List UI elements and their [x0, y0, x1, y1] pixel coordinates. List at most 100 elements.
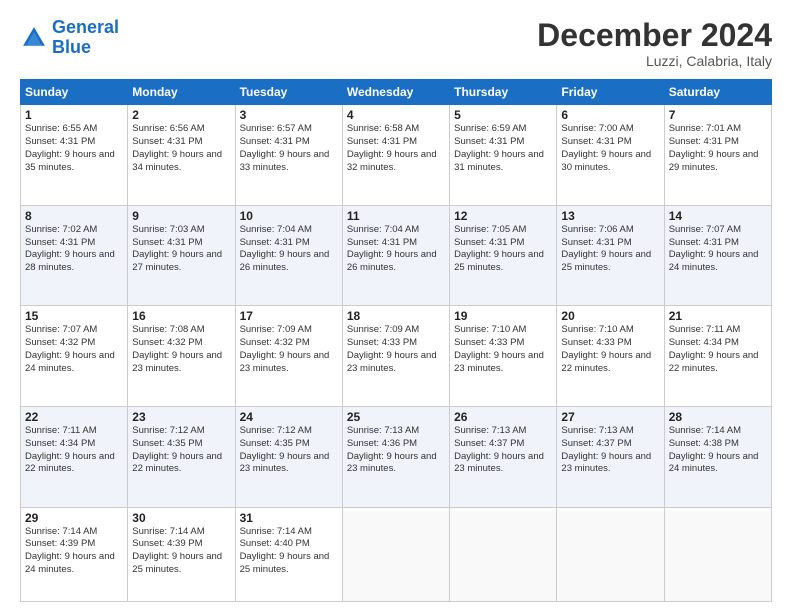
day-number: 26 — [454, 410, 552, 424]
month-title: December 2024 — [537, 18, 772, 53]
col-sunday: Sunday — [21, 80, 128, 105]
table-cell: 22Sunrise: 7:11 AMSunset: 4:34 PMDayligh… — [21, 406, 128, 507]
day-number: 16 — [132, 309, 230, 323]
table-cell: 13Sunrise: 7:06 AMSunset: 4:31 PMDayligh… — [557, 205, 664, 306]
day-number: 22 — [25, 410, 123, 424]
table-cell: 23Sunrise: 7:12 AMSunset: 4:35 PMDayligh… — [128, 406, 235, 507]
day-number: 4 — [347, 108, 445, 122]
table-cell: 28Sunrise: 7:14 AMSunset: 4:38 PMDayligh… — [664, 406, 771, 507]
day-number: 2 — [132, 108, 230, 122]
table-cell: 17Sunrise: 7:09 AMSunset: 4:32 PMDayligh… — [235, 306, 342, 407]
day-number: 25 — [347, 410, 445, 424]
table-cell — [450, 507, 557, 602]
col-friday: Friday — [557, 80, 664, 105]
table-cell — [342, 507, 449, 602]
table-cell — [557, 507, 664, 602]
day-number: 6 — [561, 108, 659, 122]
table-cell — [664, 507, 771, 602]
day-info: Sunrise: 6:59 AMSunset: 4:31 PMDaylight:… — [454, 123, 552, 174]
day-number: 24 — [240, 410, 338, 424]
table-cell: 19Sunrise: 7:10 AMSunset: 4:33 PMDayligh… — [450, 306, 557, 407]
table-cell: 18Sunrise: 7:09 AMSunset: 4:33 PMDayligh… — [342, 306, 449, 407]
table-cell: 20Sunrise: 7:10 AMSunset: 4:33 PMDayligh… — [557, 306, 664, 407]
table-cell: 11Sunrise: 7:04 AMSunset: 4:31 PMDayligh… — [342, 205, 449, 306]
day-number: 17 — [240, 309, 338, 323]
col-tuesday: Tuesday — [235, 80, 342, 105]
day-info: Sunrise: 7:09 AMSunset: 4:33 PMDaylight:… — [347, 324, 445, 375]
day-info: Sunrise: 6:57 AMSunset: 4:31 PMDaylight:… — [240, 123, 338, 174]
calendar: Sunday Monday Tuesday Wednesday Thursday… — [20, 79, 772, 602]
day-info: Sunrise: 7:14 AMSunset: 4:39 PMDaylight:… — [132, 526, 230, 577]
day-number: 13 — [561, 209, 659, 223]
day-number: 28 — [669, 410, 767, 424]
day-number: 11 — [347, 209, 445, 223]
day-info: Sunrise: 7:04 AMSunset: 4:31 PMDaylight:… — [347, 224, 445, 275]
day-info: Sunrise: 7:08 AMSunset: 4:32 PMDaylight:… — [132, 324, 230, 375]
day-info: Sunrise: 7:10 AMSunset: 4:33 PMDaylight:… — [454, 324, 552, 375]
day-number: 15 — [25, 309, 123, 323]
day-number: 1 — [25, 108, 123, 122]
day-info: Sunrise: 7:07 AMSunset: 4:31 PMDaylight:… — [669, 224, 767, 275]
day-number: 7 — [669, 108, 767, 122]
day-number: 19 — [454, 309, 552, 323]
logo: General Blue — [20, 18, 119, 58]
day-number: 21 — [669, 309, 767, 323]
day-number: 14 — [669, 209, 767, 223]
col-monday: Monday — [128, 80, 235, 105]
table-cell: 27Sunrise: 7:13 AMSunset: 4:37 PMDayligh… — [557, 406, 664, 507]
header: General Blue December 2024 Luzzi, Calabr… — [20, 18, 772, 69]
col-thursday: Thursday — [450, 80, 557, 105]
table-cell: 15Sunrise: 7:07 AMSunset: 4:32 PMDayligh… — [21, 306, 128, 407]
day-info: Sunrise: 7:05 AMSunset: 4:31 PMDaylight:… — [454, 224, 552, 275]
day-number: 20 — [561, 309, 659, 323]
table-cell: 4Sunrise: 6:58 AMSunset: 4:31 PMDaylight… — [342, 105, 449, 206]
table-cell: 30Sunrise: 7:14 AMSunset: 4:39 PMDayligh… — [128, 507, 235, 602]
logo-text: General Blue — [52, 18, 119, 58]
day-info: Sunrise: 7:13 AMSunset: 4:36 PMDaylight:… — [347, 425, 445, 476]
table-cell: 25Sunrise: 7:13 AMSunset: 4:36 PMDayligh… — [342, 406, 449, 507]
day-number: 27 — [561, 410, 659, 424]
day-info: Sunrise: 7:14 AMSunset: 4:40 PMDaylight:… — [240, 526, 338, 577]
table-cell: 24Sunrise: 7:12 AMSunset: 4:35 PMDayligh… — [235, 406, 342, 507]
day-info: Sunrise: 7:12 AMSunset: 4:35 PMDaylight:… — [132, 425, 230, 476]
table-cell: 31Sunrise: 7:14 AMSunset: 4:40 PMDayligh… — [235, 507, 342, 602]
page: General Blue December 2024 Luzzi, Calabr… — [0, 0, 792, 612]
day-number: 29 — [25, 511, 123, 525]
day-info: Sunrise: 7:04 AMSunset: 4:31 PMDaylight:… — [240, 224, 338, 275]
table-cell: 5Sunrise: 6:59 AMSunset: 4:31 PMDaylight… — [450, 105, 557, 206]
table-cell: 14Sunrise: 7:07 AMSunset: 4:31 PMDayligh… — [664, 205, 771, 306]
logo-icon — [20, 24, 48, 52]
col-saturday: Saturday — [664, 80, 771, 105]
logo-line1: General — [52, 17, 119, 37]
day-number: 12 — [454, 209, 552, 223]
day-info: Sunrise: 7:12 AMSunset: 4:35 PMDaylight:… — [240, 425, 338, 476]
logo-line2: Blue — [52, 37, 91, 57]
table-cell: 26Sunrise: 7:13 AMSunset: 4:37 PMDayligh… — [450, 406, 557, 507]
day-number: 8 — [25, 209, 123, 223]
title-block: December 2024 Luzzi, Calabria, Italy — [537, 18, 772, 69]
table-cell: 16Sunrise: 7:08 AMSunset: 4:32 PMDayligh… — [128, 306, 235, 407]
day-info: Sunrise: 7:06 AMSunset: 4:31 PMDaylight:… — [561, 224, 659, 275]
table-cell: 1Sunrise: 6:55 AMSunset: 4:31 PMDaylight… — [21, 105, 128, 206]
table-cell: 12Sunrise: 7:05 AMSunset: 4:31 PMDayligh… — [450, 205, 557, 306]
col-wednesday: Wednesday — [342, 80, 449, 105]
table-cell: 9Sunrise: 7:03 AMSunset: 4:31 PMDaylight… — [128, 205, 235, 306]
day-info: Sunrise: 7:02 AMSunset: 4:31 PMDaylight:… — [25, 224, 123, 275]
table-cell: 21Sunrise: 7:11 AMSunset: 4:34 PMDayligh… — [664, 306, 771, 407]
table-cell: 8Sunrise: 7:02 AMSunset: 4:31 PMDaylight… — [21, 205, 128, 306]
day-info: Sunrise: 6:55 AMSunset: 4:31 PMDaylight:… — [25, 123, 123, 174]
day-info: Sunrise: 7:03 AMSunset: 4:31 PMDaylight:… — [132, 224, 230, 275]
day-number: 23 — [132, 410, 230, 424]
day-info: Sunrise: 7:09 AMSunset: 4:32 PMDaylight:… — [240, 324, 338, 375]
day-number: 10 — [240, 209, 338, 223]
location: Luzzi, Calabria, Italy — [537, 53, 772, 69]
day-number: 9 — [132, 209, 230, 223]
day-number: 18 — [347, 309, 445, 323]
day-info: Sunrise: 7:10 AMSunset: 4:33 PMDaylight:… — [561, 324, 659, 375]
day-info: Sunrise: 7:14 AMSunset: 4:38 PMDaylight:… — [669, 425, 767, 476]
calendar-header-row: Sunday Monday Tuesday Wednesday Thursday… — [21, 80, 772, 105]
day-info: Sunrise: 7:14 AMSunset: 4:39 PMDaylight:… — [25, 526, 123, 577]
day-info: Sunrise: 7:13 AMSunset: 4:37 PMDaylight:… — [454, 425, 552, 476]
day-info: Sunrise: 7:00 AMSunset: 4:31 PMDaylight:… — [561, 123, 659, 174]
day-info: Sunrise: 7:11 AMSunset: 4:34 PMDaylight:… — [669, 324, 767, 375]
